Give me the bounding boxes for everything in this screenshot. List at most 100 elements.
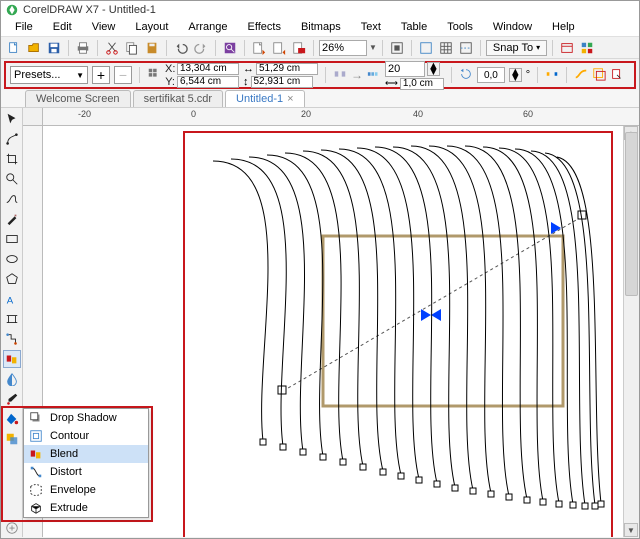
paste-button[interactable] (143, 39, 161, 57)
extrude-icon (28, 501, 44, 515)
search-button[interactable] (221, 39, 239, 57)
snap-to-button[interactable]: Snap To▾ (486, 40, 547, 56)
app-launcher-button[interactable] (578, 39, 596, 57)
separator (68, 40, 69, 56)
tab-sertifikat[interactable]: sertifikat 5.cdr (133, 90, 223, 107)
shape-tool[interactable] (3, 130, 21, 148)
more-blend-button[interactable] (592, 67, 606, 84)
menu-view[interactable]: View (82, 19, 126, 36)
drop-shadow-icon (28, 411, 44, 425)
publish-pdf-button[interactable] (290, 39, 308, 57)
show-guidelines-button[interactable] (457, 39, 475, 57)
blend-angle-input[interactable] (477, 67, 505, 83)
flyout-envelope[interactable]: Envelope (24, 481, 148, 499)
tab-untitled[interactable]: Untitled-1× (225, 90, 305, 107)
ellipse-tool[interactable] (3, 250, 21, 268)
copy-button[interactable] (123, 39, 141, 57)
presets-dropdown[interactable]: Presets... ▼ (10, 66, 88, 84)
redo-button[interactable] (192, 39, 210, 57)
object-origin-button[interactable] (147, 67, 161, 84)
eyedropper-tool[interactable] (3, 390, 21, 408)
add-preset-button[interactable]: + (92, 66, 110, 84)
blend-artwork (183, 131, 613, 537)
menu-file[interactable]: File (5, 19, 43, 36)
menu-tools[interactable]: Tools (437, 19, 483, 36)
flyout-extrude[interactable]: Extrude (24, 499, 148, 517)
import-button[interactable] (250, 39, 268, 57)
separator (480, 40, 481, 56)
delete-preset-button[interactable]: − (114, 66, 132, 84)
loop-blend-button[interactable] (459, 67, 473, 84)
fullscreen-button[interactable] (388, 39, 406, 57)
height-input[interactable] (251, 76, 313, 88)
menu-text[interactable]: Text (351, 19, 391, 36)
separator (244, 40, 245, 56)
accel-button[interactable] (574, 67, 588, 84)
transparency-tool[interactable] (3, 370, 21, 388)
width-input[interactable] (256, 63, 318, 75)
show-rulers-button[interactable] (417, 39, 435, 57)
flyout-label: Drop Shadow (50, 412, 117, 424)
blend-steps-input[interactable] (385, 61, 425, 77)
menu-table[interactable]: Table (391, 19, 437, 36)
step-dist-icon: ⟷ (385, 78, 398, 89)
interactive-fill-tool[interactable] (3, 410, 21, 428)
new-button[interactable] (5, 39, 23, 57)
smart-fill-tool[interactable] (3, 430, 21, 448)
zoom-input[interactable] (319, 40, 367, 56)
blend-spacing-input[interactable] (400, 78, 444, 90)
undo-button[interactable] (172, 39, 190, 57)
menu-layout[interactable]: Layout (125, 19, 178, 36)
separator (411, 40, 412, 56)
text-tool[interactable]: A (3, 290, 21, 308)
menu-window[interactable]: Window (483, 19, 542, 36)
flyout-contour[interactable]: Contour (24, 427, 148, 445)
scrollbar-thumb[interactable] (625, 132, 638, 296)
close-tab-icon[interactable]: × (287, 93, 293, 105)
copy-blend-button[interactable] (610, 67, 624, 84)
interactive-blend-tool[interactable] (3, 350, 21, 368)
x-position-input[interactable] (177, 63, 239, 75)
artistic-media-tool[interactable] (3, 210, 21, 228)
print-button[interactable] (74, 39, 92, 57)
show-grid-button[interactable] (437, 39, 455, 57)
connector-tool[interactable] (3, 330, 21, 348)
pick-tool[interactable] (3, 110, 21, 128)
zoom-tool[interactable] (3, 170, 21, 188)
menu-edit[interactable]: Edit (43, 19, 82, 36)
export-button[interactable] (270, 39, 288, 57)
tab-welcome[interactable]: Welcome Screen (25, 90, 131, 107)
options-button[interactable] (558, 39, 576, 57)
freehand-tool[interactable] (3, 190, 21, 208)
cut-button[interactable] (103, 39, 121, 57)
distort-icon (28, 465, 44, 479)
scroll-down-button[interactable]: ▼ (624, 523, 638, 537)
vertical-scrollbar[interactable]: ▲ ▼ (623, 126, 639, 537)
angle-down[interactable]: ▼ (510, 75, 521, 81)
flyout-drop-shadow[interactable]: Drop Shadow (24, 409, 148, 427)
separator (97, 40, 98, 56)
open-button[interactable] (25, 39, 43, 57)
menu-bitmaps[interactable]: Bitmaps (291, 19, 351, 36)
parallel-dim-tool[interactable] (3, 310, 21, 328)
y-position-input[interactable] (177, 76, 239, 88)
standard-toolbar: ▼ Snap To▾ (1, 37, 639, 59)
quick-customize-button[interactable] (3, 519, 21, 537)
rectangle-tool[interactable] (3, 230, 21, 248)
direct-blend-button[interactable] (545, 67, 559, 84)
blend-direct-button[interactable] (333, 67, 347, 84)
flyout-blend[interactable]: Blend (24, 445, 148, 463)
menu-arrange[interactable]: Arrange (178, 19, 237, 36)
width-icon: ↔ (243, 63, 254, 75)
polygon-tool[interactable] (3, 270, 21, 288)
flyout-distort[interactable]: Distort (24, 463, 148, 481)
crop-tool[interactable] (3, 150, 21, 168)
save-button[interactable] (45, 39, 63, 57)
menu-help[interactable]: Help (542, 19, 585, 36)
zoom-dropdown-icon[interactable]: ▼ (369, 43, 377, 52)
ruler-horizontal[interactable]: -20 0 20 40 60 (43, 108, 639, 126)
menu-effects[interactable]: Effects (238, 19, 291, 36)
separator (566, 67, 567, 83)
spinner-down[interactable]: ▼ (428, 69, 439, 75)
flyout-label: Contour (50, 430, 89, 442)
